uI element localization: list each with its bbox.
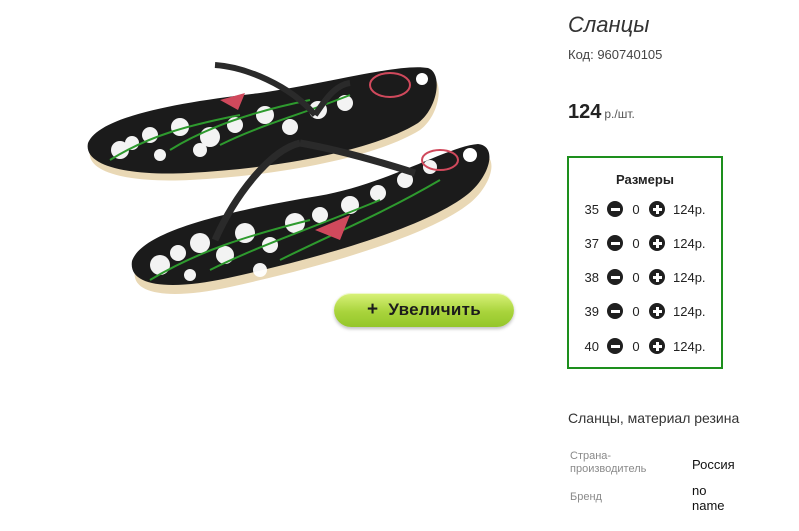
size-price: 124р. <box>673 201 706 217</box>
quantity-value: 0 <box>632 235 640 251</box>
plus-icon[interactable] <box>649 201 665 217</box>
size-price: 124р. <box>673 303 706 319</box>
plus-icon[interactable] <box>649 303 665 319</box>
spec-label-brand: Бренд <box>570 491 602 503</box>
price-unit: р./шт. <box>604 107 635 121</box>
spec-label-country: Страна-производитель <box>570 450 647 475</box>
size-row: 35 0 124р. <box>569 199 721 219</box>
spec-value-country: Россия <box>692 457 735 472</box>
plus-icon[interactable] <box>649 269 665 285</box>
size-number: 35 <box>584 201 599 217</box>
quantity-value: 0 <box>632 303 640 319</box>
minus-icon[interactable] <box>607 338 623 354</box>
size-row: 40 0 124р. <box>569 336 721 356</box>
plus-icon[interactable] <box>649 338 665 354</box>
size-row: 38 0 124р. <box>569 267 721 287</box>
size-number: 38 <box>584 269 599 285</box>
product-code: Код: 960740105 <box>568 47 663 62</box>
price-amount: 124 <box>568 101 602 123</box>
zoom-button-label: Увеличить <box>388 300 482 319</box>
size-number: 40 <box>584 338 599 354</box>
size-row: 37 0 124р. <box>569 233 721 253</box>
quantity-value: 0 <box>632 201 640 217</box>
size-row: 39 0 124р. <box>569 301 721 321</box>
size-number: 37 <box>584 235 599 251</box>
minus-icon[interactable] <box>607 303 623 319</box>
size-price: 124р. <box>673 269 706 285</box>
flip-flops-image <box>87 62 492 294</box>
product-title: Сланцы <box>568 12 650 37</box>
sizes-panel: Размеры 35 0 124р. 37 0 124р. 38 0 124р.… <box>567 156 723 369</box>
size-price: 124р. <box>673 235 706 251</box>
quantity-value: 0 <box>632 338 640 354</box>
spec-value-brand: no name <box>692 483 725 513</box>
size-price: 124р. <box>673 338 706 354</box>
product-price: 124 р./шт. <box>568 101 635 124</box>
plus-icon: + <box>366 299 379 320</box>
quantity-value: 0 <box>632 269 640 285</box>
minus-icon[interactable] <box>607 201 623 217</box>
plus-icon[interactable] <box>649 235 665 251</box>
product-image[interactable] <box>60 55 540 315</box>
product-description: Сланцы, материал резина <box>568 410 740 426</box>
minus-icon[interactable] <box>607 269 623 285</box>
size-number: 39 <box>584 303 599 319</box>
zoom-button[interactable]: + Увеличить <box>334 293 514 327</box>
sizes-title: Размеры <box>616 172 674 187</box>
minus-icon[interactable] <box>607 235 623 251</box>
